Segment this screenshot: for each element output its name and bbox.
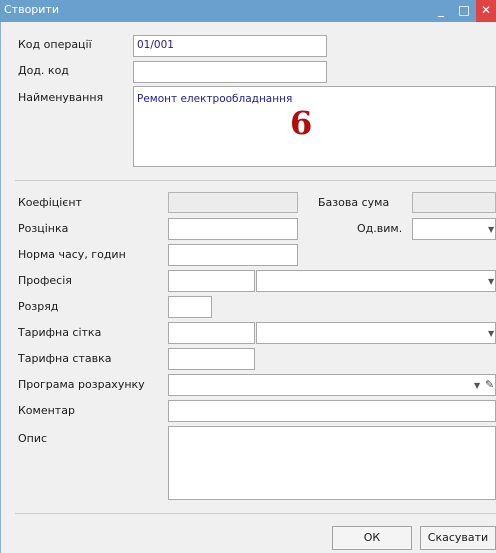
window-title: Створити bbox=[4, 3, 59, 16]
unit-label: Од.вим. bbox=[357, 222, 403, 235]
calc-program-label: Програма розрахунку bbox=[18, 378, 145, 391]
description-label: Опис bbox=[18, 432, 48, 445]
base-sum-input[interactable] bbox=[412, 192, 496, 213]
base-sum-label: Базова сума bbox=[318, 196, 390, 209]
cancel-button[interactable]: Скасувати bbox=[420, 526, 496, 550]
tariff-rate-input[interactable] bbox=[168, 348, 255, 370]
name-label: Найменування bbox=[18, 91, 104, 104]
chevron-down-icon[interactable]: ▼ bbox=[488, 329, 494, 338]
name-textarea[interactable]: Ремонт електрообладнання bbox=[133, 86, 496, 167]
pricing-label: Розцінка bbox=[18, 222, 69, 235]
grade-input[interactable] bbox=[168, 296, 212, 318]
tariff-grid-select[interactable] bbox=[256, 322, 496, 344]
section-divider bbox=[15, 180, 496, 181]
tariff-grid-code-input[interactable] bbox=[168, 322, 255, 344]
time-norm-input[interactable] bbox=[168, 244, 298, 266]
ok-button[interactable]: ОК bbox=[332, 526, 412, 550]
unit-select[interactable] bbox=[412, 218, 496, 240]
time-norm-label: Норма часу, годин bbox=[18, 248, 126, 261]
comment-label: Коментар bbox=[18, 404, 75, 417]
description-textarea[interactable] bbox=[168, 426, 496, 500]
coefficient-input[interactable] bbox=[168, 192, 298, 213]
tariff-grid-label: Тарифна сітка bbox=[18, 326, 102, 339]
tariff-rate-label: Тарифна ставка bbox=[18, 352, 112, 365]
extra-code-label: Дод. код bbox=[18, 64, 69, 77]
operation-code-label: Код операції bbox=[18, 38, 92, 51]
profession-select[interactable] bbox=[256, 270, 496, 292]
coefficient-label: Коефіцієнт bbox=[18, 196, 82, 209]
chevron-down-icon[interactable]: ▼ bbox=[474, 381, 480, 390]
profession-label: Професія bbox=[18, 274, 72, 287]
pencil-icon[interactable]: ✎ bbox=[485, 378, 494, 391]
annotation-marker: 6 bbox=[290, 104, 313, 142]
chevron-down-icon[interactable]: ▼ bbox=[488, 225, 494, 234]
maximize-icon[interactable] bbox=[454, 0, 474, 22]
close-icon[interactable]: ✕ bbox=[476, 0, 496, 22]
profession-code-input[interactable] bbox=[168, 270, 255, 292]
extra-code-input[interactable] bbox=[133, 61, 327, 83]
title-bar: Створити _ ✕ bbox=[0, 0, 496, 22]
chevron-down-icon[interactable]: ▼ bbox=[488, 277, 494, 286]
grade-label: Розряд bbox=[18, 300, 59, 313]
calc-program-select[interactable] bbox=[168, 374, 496, 396]
pricing-input[interactable] bbox=[168, 218, 298, 240]
comment-input[interactable] bbox=[168, 400, 496, 422]
operation-code-input[interactable]: 01/001 bbox=[133, 35, 327, 57]
footer-divider bbox=[15, 513, 496, 514]
minimize-icon[interactable]: _ bbox=[430, 0, 452, 22]
